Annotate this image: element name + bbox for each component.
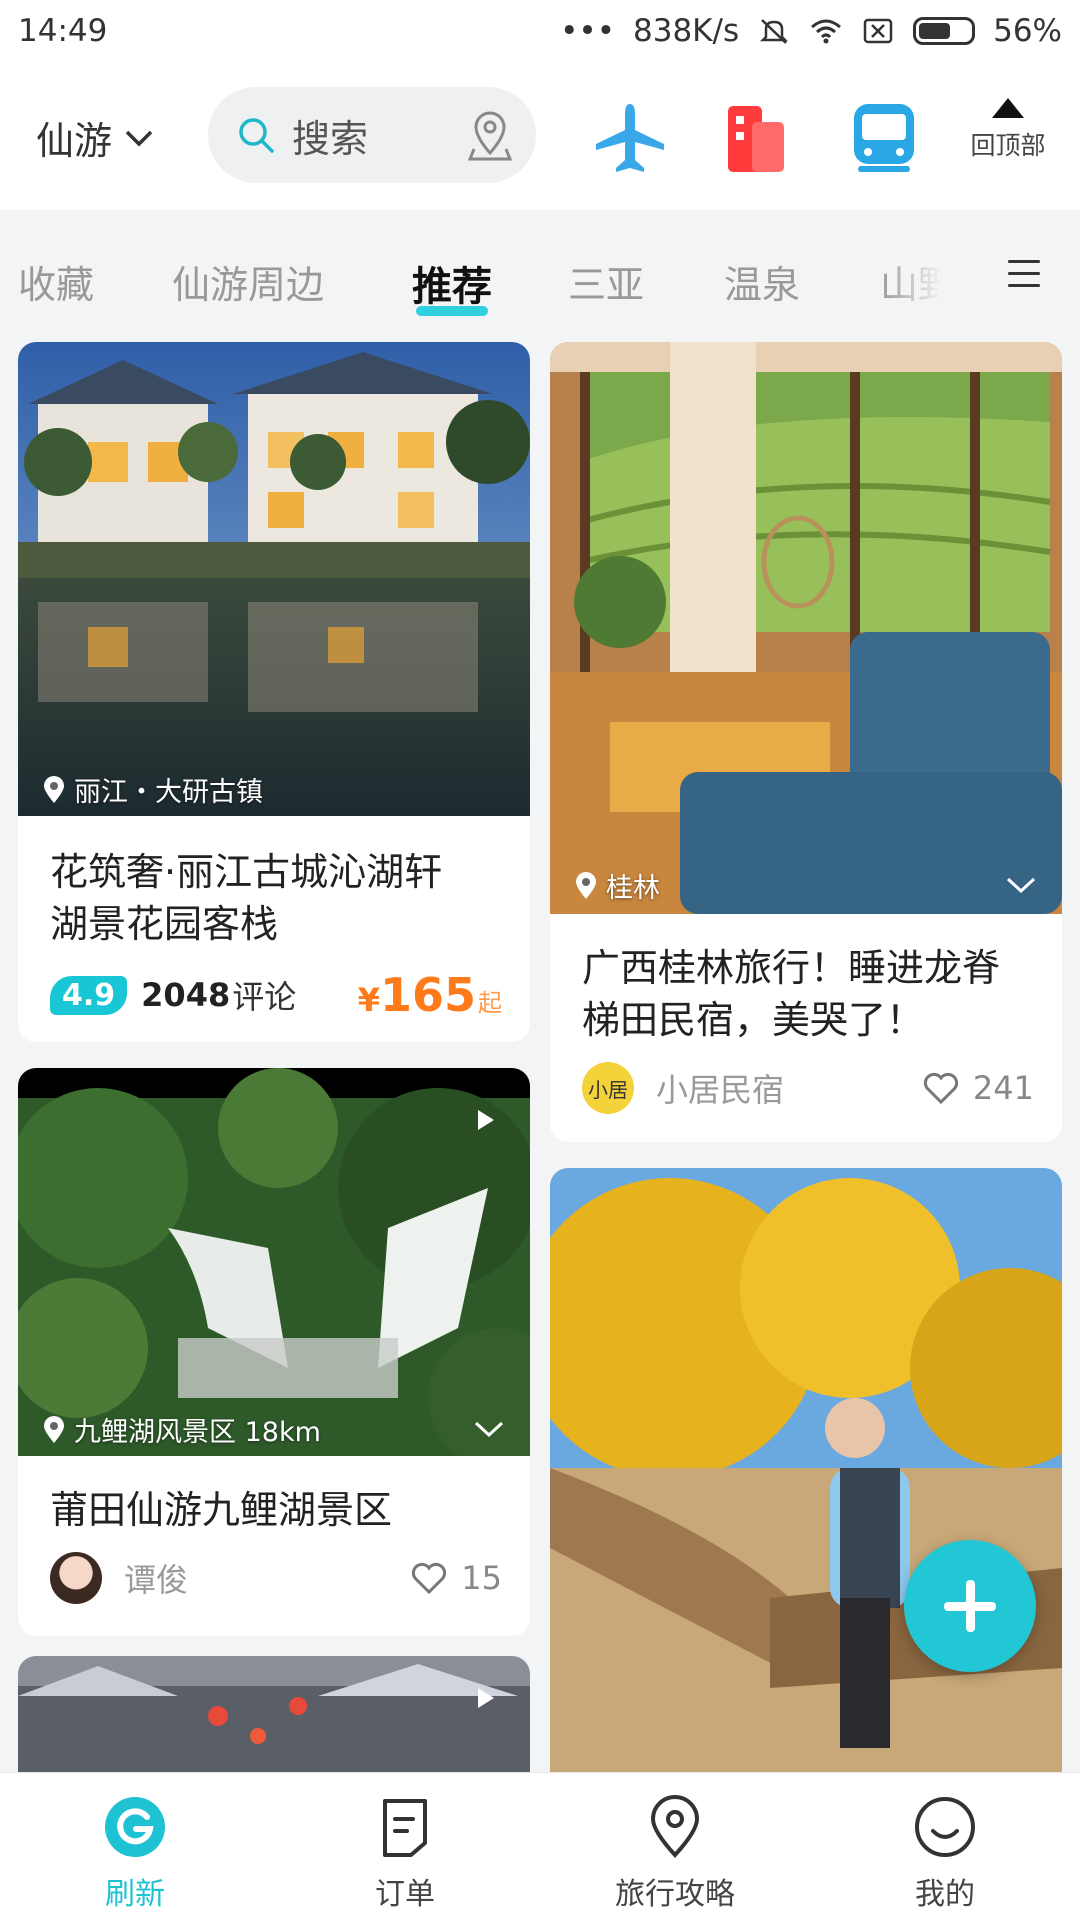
refresh-icon	[105, 1797, 165, 1857]
card-meta: 4.9 2048 评论 ¥165起	[50, 968, 502, 1022]
card-title: 广西桂林旅行！睡进龙脊 梯田民宿，美哭了！	[582, 942, 1034, 1046]
nav-travel-guide[interactable]: 旅行攻略	[540, 1773, 810, 1921]
card-location-label: 桂林	[606, 873, 660, 904]
hotel-photo	[18, 342, 530, 816]
wifi-icon	[811, 19, 842, 44]
card-meta: 小居 小居民宿 241	[582, 1062, 1034, 1114]
like-count: 15	[461, 1559, 502, 1597]
guilin-photo	[550, 342, 1062, 914]
bottom-nav: 刷新 订单 旅行攻略 我的	[0, 1772, 1080, 1921]
menu-icon[interactable]	[1008, 260, 1040, 290]
chevron-down-icon[interactable]	[1006, 876, 1036, 894]
tab-favorites[interactable]: 收藏	[18, 254, 94, 309]
avatar-text: 小居	[588, 1077, 628, 1102]
search-icon	[239, 118, 274, 153]
map-pin-icon	[650, 1795, 700, 1858]
plane-icon[interactable]	[592, 100, 668, 176]
tab-nearby[interactable]: 仙游周边	[172, 254, 324, 309]
card-title: 花筑奢·丽江古城沁湖轩 湖景花园客栈	[50, 846, 502, 950]
location-pin-icon	[576, 871, 596, 899]
price: ¥165起	[358, 968, 502, 1022]
battery-icon	[913, 17, 976, 45]
card-title-line-2: 湖景花园客栈	[50, 902, 279, 946]
nav-refresh-label: 刷新	[105, 1877, 165, 1912]
like-count: 241	[972, 1069, 1034, 1107]
video-play-icon[interactable]	[478, 1110, 494, 1130]
location-pin-icon	[44, 775, 64, 803]
nav-travel-guide-label: 旅行攻略	[615, 1877, 735, 1912]
nav-refresh[interactable]: 刷新	[0, 1773, 270, 1921]
nav-profile[interactable]: 我的	[810, 1773, 1080, 1921]
card-title-line-1: 广西桂林旅行！睡进龙脊	[582, 946, 1001, 990]
tab-fade	[880, 210, 970, 336]
city-label: 仙游	[36, 119, 113, 163]
price-symbol: ¥	[357, 981, 380, 1019]
post-card[interactable]	[550, 1168, 1062, 1772]
likes[interactable]: 241	[923, 1069, 1034, 1107]
video-play-icon[interactable]	[478, 1688, 494, 1708]
nav-profile-label: 我的	[915, 1877, 975, 1912]
hotel-icon[interactable]	[718, 100, 794, 176]
heart-icon	[923, 1072, 958, 1104]
category-tabs: 收藏 仙游周边 推荐 三亚 温泉 山野	[0, 210, 1080, 336]
post-card[interactable]: 九鲤湖风景区 18km 莆田仙游九鲤湖景区 谭俊 15	[18, 1068, 530, 1636]
location-pin-icon[interactable]	[468, 109, 512, 161]
status-bar: 14:49 ••• 838K/s 56%	[0, 0, 1080, 62]
status-time: 14:49	[18, 13, 108, 49]
avatar[interactable]	[50, 1552, 102, 1604]
card-location-label: 丽江・大研古镇	[74, 777, 263, 808]
review-count: 2048	[141, 976, 231, 1014]
train-icon[interactable]	[846, 100, 922, 176]
search-label: 搜索	[292, 116, 369, 161]
card-meta: 谭俊 15	[50, 1552, 502, 1604]
card-title: 莆田仙游九鲤湖景区	[50, 1488, 393, 1532]
author-name[interactable]: 小居民宿	[656, 1065, 923, 1111]
nav-orders[interactable]: 订单	[270, 1773, 540, 1921]
battery-percent: 56%	[993, 13, 1062, 49]
desert-poplar-photo	[550, 1168, 1062, 1772]
mute-icon	[760, 19, 789, 44]
card-location: 桂林	[574, 866, 660, 905]
card-location: 丽江・大研古镇	[42, 770, 263, 809]
likes[interactable]: 15	[411, 1559, 502, 1597]
rating-badge: 4.9	[50, 975, 128, 1015]
tab-hot-springs[interactable]: 温泉	[724, 254, 800, 309]
search-bar[interactable]: 搜索	[208, 87, 536, 183]
old-town-photo	[18, 1656, 530, 1772]
arrow-up-icon	[992, 98, 1024, 118]
review-unit: 评论	[232, 978, 297, 1016]
waterfall-photo	[18, 1068, 530, 1456]
back-to-top-button[interactable]: 回顶部	[960, 98, 1056, 162]
post-card[interactable]: 桂林 广西桂林旅行！睡进龙脊 梯田民宿，美哭了！ 小居 小居民宿 241	[550, 342, 1062, 1142]
chevron-down-icon	[125, 130, 153, 146]
card-location: 九鲤湖风景区 18km	[42, 1410, 321, 1449]
location-pin-icon	[44, 1415, 64, 1443]
avatar[interactable]: 小居	[582, 1062, 634, 1114]
nav-orders-label: 订单	[375, 1877, 435, 1912]
heart-icon	[412, 1562, 447, 1594]
post-card[interactable]	[18, 1656, 530, 1772]
card-title-line-1: 花筑奢·丽江古城沁湖轩	[50, 850, 443, 894]
chevron-down-icon[interactable]	[474, 1420, 504, 1438]
price-value: 165	[379, 968, 476, 1022]
create-post-button[interactable]	[904, 1540, 1036, 1672]
status-dots: •••	[560, 13, 615, 49]
network-speed: 838K/s	[633, 13, 740, 49]
price-suffix: 起	[478, 989, 502, 1017]
hotel-card[interactable]: 丽江・大研古镇 花筑奢·丽江古城沁湖轩 湖景花园客栈 4.9 2048 评论 ¥…	[18, 342, 530, 1042]
tab-sanya[interactable]: 三亚	[568, 254, 644, 309]
author-name[interactable]: 谭俊	[124, 1555, 411, 1601]
back-to-top-label: 回顶部	[970, 131, 1046, 160]
tab-recommended[interactable]: 推荐	[412, 254, 492, 316]
top-header: 仙游 搜索 回顶部	[0, 62, 1080, 210]
card-title-line-2: 梯田民宿，美哭了！	[582, 998, 925, 1042]
card-location-label: 九鲤湖风景区 18km	[74, 1417, 321, 1448]
smiley-icon	[915, 1797, 975, 1857]
order-icon	[383, 1799, 427, 1857]
no-sim-icon	[863, 18, 893, 44]
city-selector[interactable]: 仙游	[36, 110, 154, 165]
